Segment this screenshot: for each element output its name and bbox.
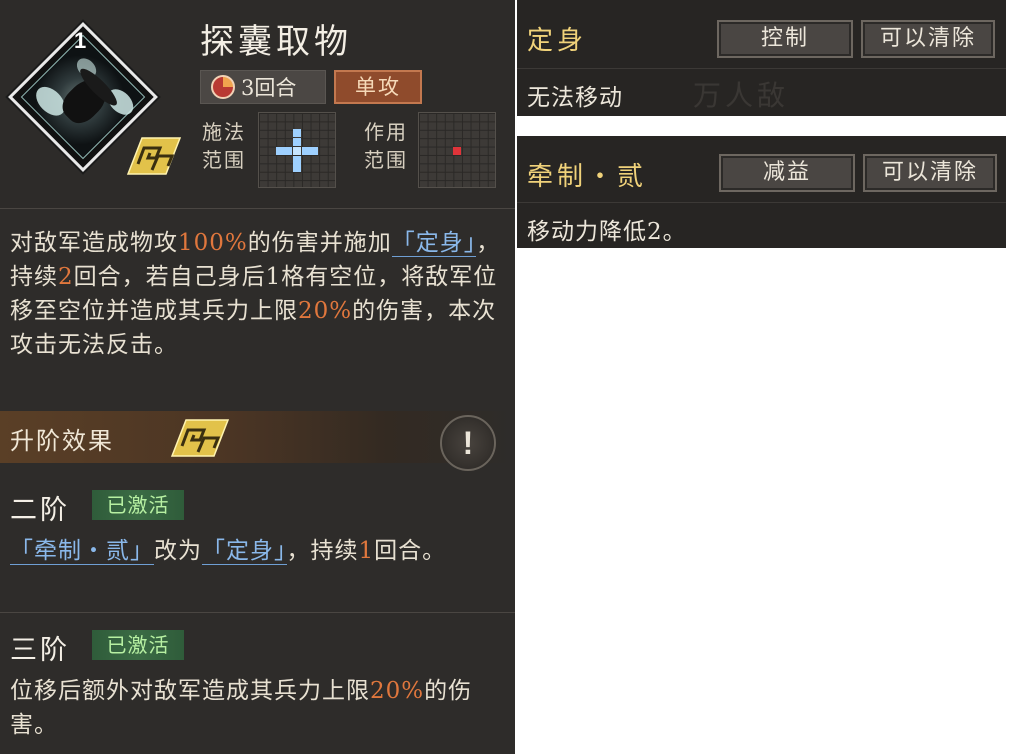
divider bbox=[517, 68, 1006, 69]
upgrade-mark-icon bbox=[170, 419, 230, 457]
upgrade-mark-icon bbox=[126, 137, 182, 175]
keyword-link-restrain[interactable]: 「牵制・贰」 bbox=[10, 538, 154, 565]
divider bbox=[517, 202, 1006, 203]
attack-type-tag: 单攻 bbox=[334, 70, 422, 104]
skill-description: 对敌军造成物攻100%的伤害并施加「定身」，持续2回合，若自己身后1格有空位，将… bbox=[10, 230, 501, 358]
cast-range-grid bbox=[258, 112, 336, 188]
tier3-description: 位移后额外对敌军造成其兵力上限20%的伤害。 bbox=[10, 678, 473, 738]
tier3-name: 三阶 bbox=[10, 635, 70, 666]
background-watermark: 万人敌 bbox=[693, 79, 790, 112]
status-category-button[interactable]: 减益 bbox=[719, 154, 855, 192]
status-effect-text: 无法移动 bbox=[527, 85, 623, 111]
effect-range-label: 作用 范围 bbox=[364, 120, 408, 172]
skill-detail-panel: 1 探囊取物 3回合 单攻 施法 范围 作用 范围 对敌军造成物攻100%的伤害… bbox=[0, 0, 515, 754]
keyword-link-stun[interactable]: 「定身」 bbox=[391, 230, 477, 257]
tier2-description: 「牵制・贰」改为「定身」，持续1回合。 bbox=[10, 538, 447, 565]
upgrade-effects-header: 升阶效果 ! bbox=[0, 411, 515, 471]
tier3-active-badge: 已激活 bbox=[92, 630, 184, 660]
skill-name: 探囊取物 bbox=[200, 22, 352, 62]
skill-level: 1 bbox=[74, 28, 87, 53]
keyword-link-stun[interactable]: 「定身」 bbox=[202, 538, 287, 565]
effect-range-grid bbox=[418, 112, 496, 188]
clearable-button[interactable]: 可以清除 bbox=[861, 20, 995, 58]
status-card-stun: 定身 控制 可以清除 万人敌 无法移动 bbox=[517, 0, 1006, 116]
status-effect-text: 移动力降低2。 bbox=[527, 219, 687, 245]
status-title: 定身 bbox=[527, 26, 588, 56]
divider bbox=[0, 208, 515, 209]
status-card-restrain: 牵制・贰 减益 可以清除 移动力降低2。 bbox=[517, 136, 1006, 248]
divider bbox=[0, 612, 515, 613]
cooldown-label: 3回合 bbox=[241, 76, 297, 100]
tier2-active-badge: 已激活 bbox=[92, 490, 184, 520]
status-category-button[interactable]: 控制 bbox=[717, 20, 853, 58]
info-exclamation-icon[interactable]: ! bbox=[440, 415, 496, 471]
status-title: 牵制・贰 bbox=[527, 162, 648, 192]
cast-range-label: 施法 范围 bbox=[202, 120, 246, 172]
upgrade-title: 升阶效果 bbox=[10, 427, 114, 455]
skill-header: 1 探囊取物 3回合 单攻 施法 范围 作用 范围 bbox=[0, 0, 515, 208]
tier2-name: 二阶 bbox=[10, 495, 70, 526]
clearable-button[interactable]: 可以清除 bbox=[863, 154, 997, 192]
cooldown-tag: 3回合 bbox=[200, 70, 326, 104]
cooldown-pie-icon bbox=[211, 75, 235, 99]
skill-icon: 1 bbox=[8, 22, 182, 175]
